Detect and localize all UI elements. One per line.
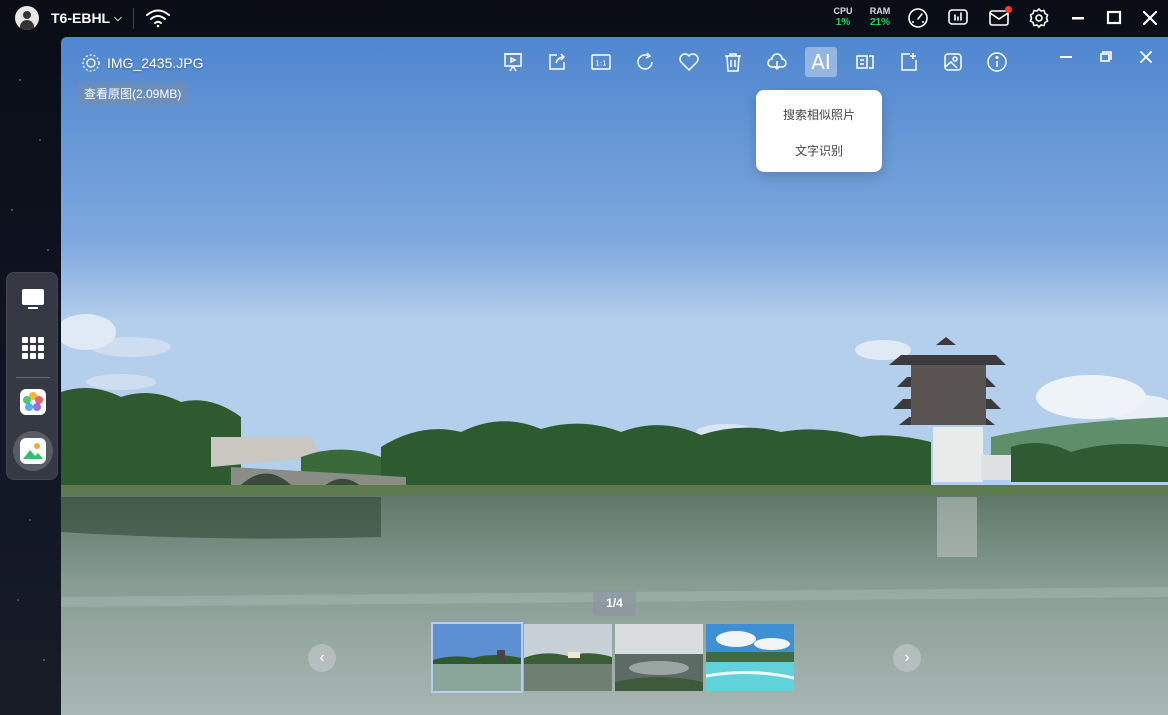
export-icon[interactable] xyxy=(893,47,925,77)
photos-app-icon[interactable] xyxy=(13,382,53,422)
ai-label: AI xyxy=(811,50,831,74)
svg-text:1:1: 1:1 xyxy=(595,60,606,68)
ai-button[interactable]: AI xyxy=(805,47,837,77)
previous-arrow-icon[interactable]: ‹ xyxy=(308,644,336,672)
share-icon[interactable] xyxy=(541,47,573,77)
dock xyxy=(6,272,58,480)
monitor-icon[interactable] xyxy=(947,7,969,29)
mail-icon[interactable] xyxy=(988,6,1012,29)
thumbnail-4[interactable] xyxy=(706,624,794,691)
info-icon[interactable] xyxy=(981,47,1013,77)
image-viewer-icon[interactable] xyxy=(13,431,53,471)
next-arrow-icon[interactable]: › xyxy=(893,644,921,672)
favorite-icon[interactable] xyxy=(673,47,705,77)
photo-viewer-window: IMG_2435.JPG 查看原图(2.09MB) 1:1 AI 搜索相似照片 … xyxy=(61,37,1168,715)
cloud-icon[interactable] xyxy=(761,47,793,77)
window-close-icon[interactable] xyxy=(1134,47,1158,67)
maximize-icon[interactable] xyxy=(1103,7,1125,29)
thumbnail-1[interactable] xyxy=(431,622,523,693)
page-counter: 1/4 xyxy=(593,590,636,616)
chevron-down-icon: ⌵ xyxy=(114,12,122,24)
window-minimize-icon[interactable] xyxy=(1054,47,1078,67)
slideshow-icon[interactable] xyxy=(497,47,529,77)
avatar[interactable] xyxy=(15,6,39,30)
dock-divider xyxy=(16,377,50,378)
thumbnail-3[interactable] xyxy=(615,624,703,691)
menu-item-text-recognition[interactable]: 文字识别 xyxy=(756,142,882,159)
delete-icon[interactable] xyxy=(717,47,749,77)
cpu-indicator: CPU 1% xyxy=(833,6,853,28)
speedometer-icon[interactable] xyxy=(907,7,929,29)
minimize-icon[interactable] xyxy=(1067,7,1089,29)
device-name-menu[interactable]: T6-EBHL ⌵ xyxy=(51,10,122,26)
compare-icon[interactable] xyxy=(849,47,881,77)
menu-item-search-similar[interactable]: 搜索相似照片 xyxy=(756,106,882,123)
top-bar: T6-EBHL ⌵ CPU 1% RAM 21% xyxy=(0,0,1168,37)
desktop-icon[interactable] xyxy=(13,279,53,319)
notification-dot xyxy=(1005,6,1012,13)
thumbnail-2[interactable] xyxy=(524,624,612,691)
filename-text: IMG_2435.JPG xyxy=(107,55,204,71)
view-original-button[interactable]: 查看原图(2.09MB) xyxy=(77,82,189,106)
file-title: IMG_2435.JPG xyxy=(81,53,204,73)
close-icon[interactable] xyxy=(1139,7,1161,29)
actual-size-icon[interactable]: 1:1 xyxy=(585,47,617,77)
settings-sun-icon[interactable] xyxy=(81,53,101,73)
ram-indicator: RAM 21% xyxy=(869,6,891,28)
window-restore-icon[interactable] xyxy=(1094,47,1118,67)
rotate-icon[interactable] xyxy=(629,47,661,77)
apps-grid-icon[interactable] xyxy=(13,328,53,368)
divider xyxy=(133,8,134,29)
ai-dropdown-menu: 搜索相似照片 文字识别 xyxy=(756,90,882,172)
gear-icon[interactable] xyxy=(1028,7,1050,29)
wifi-icon[interactable] xyxy=(145,7,171,29)
set-wallpaper-icon[interactable] xyxy=(937,47,969,77)
device-name: T6-EBHL xyxy=(51,10,111,26)
